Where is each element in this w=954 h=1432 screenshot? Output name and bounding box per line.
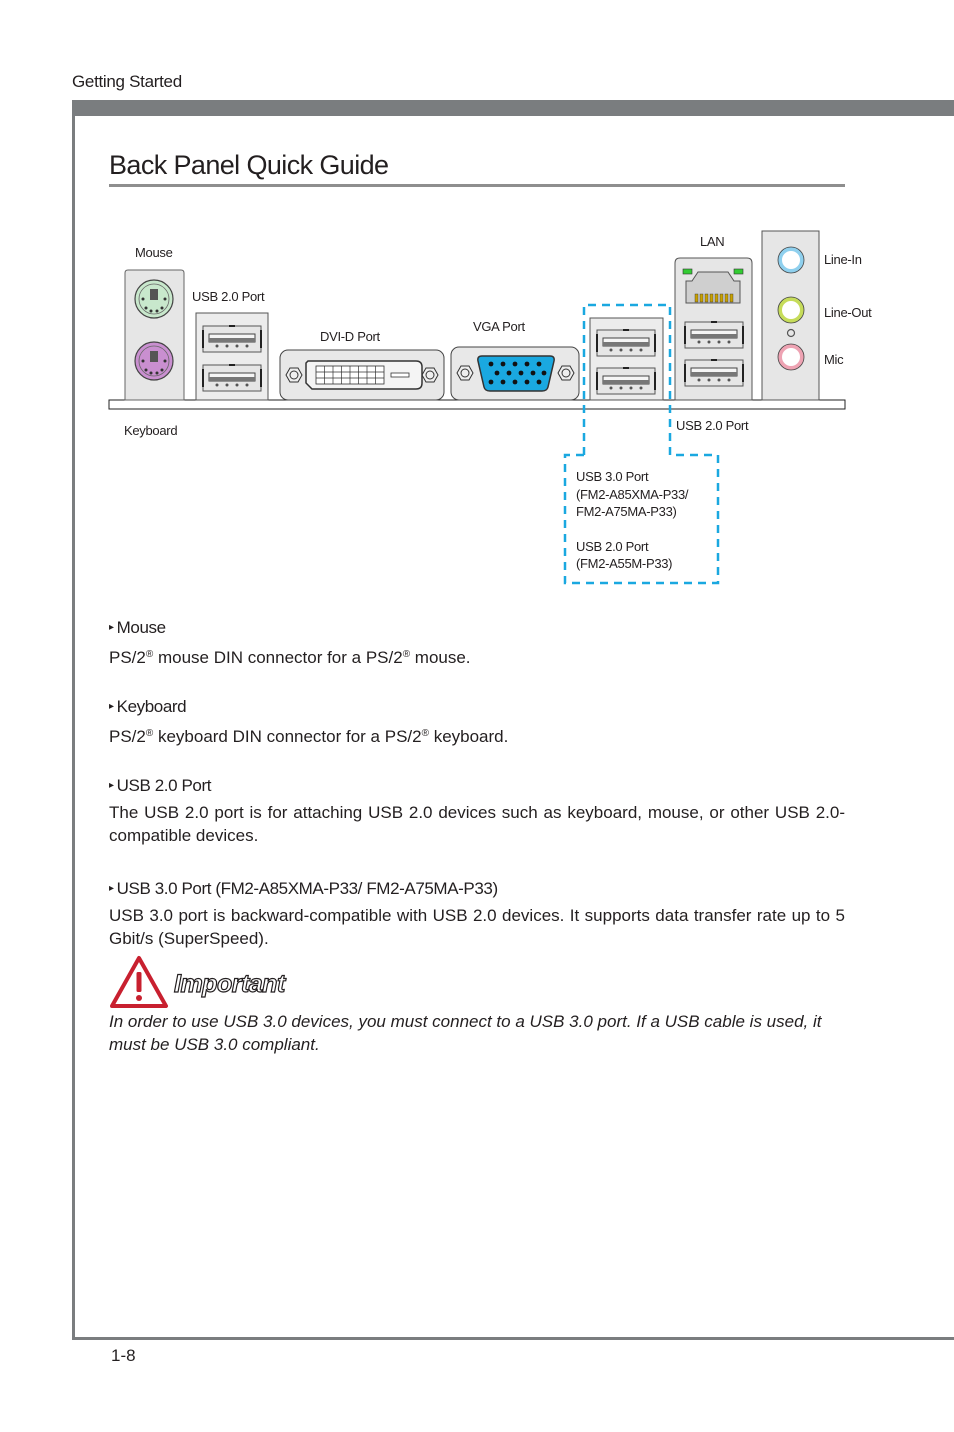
heading-text: Mouse [116,618,166,637]
label-mouse: Mouse [135,245,173,260]
callout-line-1: USB 3.0 Port [576,469,649,484]
line-in-jack [778,247,804,273]
callout-line-5: (FM2-A55M-P33) [576,556,673,571]
registered-mark: ® [421,728,429,739]
callout-line-3: FM2-A75MA-P33) [576,504,677,519]
audio-block [761,230,820,401]
section-header: Getting Started [72,72,182,91]
usb-port [684,359,744,387]
frame-left-rule [72,100,75,1340]
desc-body-mouse: PS/2® mouse DIN connector for a PS/2® mo… [109,643,845,669]
desc-body-usb3: USB 3.0 port is backward-compatible with… [109,906,845,948]
line-out-jack [778,297,804,323]
label-dvi: DVI-D Port [320,329,380,344]
back-panel-diagram: Mouse Keyboard USB 2.0 Port DVI-D Port V… [100,225,900,595]
heading-text: USB 3.0 Port (FM2-A85XMA-P33/ FM2-A75MA-… [116,879,498,898]
callout-line-2: (FM2-A85XMA-P33/ [576,487,689,502]
bullet-triangle-icon: ▸ [109,883,114,894]
desc-heading-keyboard: ▸ Keyboard [109,697,187,717]
heading-text: USB 2.0 Port [116,776,212,795]
label-vga: VGA Port [473,319,525,334]
desc-heading-mouse: ▸ Mouse [109,618,166,638]
body-text: keyboard DIN connector for a PS/2 [153,727,422,746]
body-text: PS/2 [109,648,146,667]
vga-port [450,346,580,401]
mouse-port [134,279,174,319]
usb-port [596,367,656,395]
body-text: mouse. [410,648,471,667]
label-lan: LAN [700,234,725,249]
desc-heading-usb2: ▸ USB 2.0 Port [109,776,211,796]
label-line-in: Line-In [824,252,862,267]
label-keyboard: Keyboard [124,423,178,438]
important-title: Important [173,969,285,998]
ps2-block [124,269,185,401]
registered-mark: ® [402,649,411,660]
lan-usb-block [674,257,753,401]
body-text: mouse DIN connector for a PS/2 [153,648,403,667]
usb-port [684,321,744,349]
callout-line-4: USB 2.0 Port [576,539,649,554]
lan-led-right [733,268,744,275]
desc-body-usb2: The USB 2.0 port is for attaching USB 2.… [109,803,845,845]
desc-body-keyboard: PS/2® keyboard DIN connector for a PS/2®… [109,722,845,748]
lan-led-left [682,268,693,275]
page-number: 1-8 [111,1346,136,1365]
usb-port [202,364,262,392]
usb3-block [589,317,664,401]
desc-heading-usb3: ▸ USB 3.0 Port (FM2-A85XMA-P33/ FM2-A75MA… [109,879,498,899]
bullet-triangle-icon: ▸ [109,780,114,791]
bullet-triangle-icon: ▸ [109,622,114,633]
heading-text: Keyboard [116,697,187,716]
usb-port [596,329,656,357]
frame-top-bar [72,100,954,116]
label-usb2-left: USB 2.0 Port [192,289,265,304]
keyboard-port [134,341,174,381]
title-underline [109,184,845,187]
warning-triangle-icon [110,956,168,1008]
bullet-triangle-icon: ▸ [109,701,114,712]
important-body: In order to use USB 3.0 devices, you mus… [109,1012,822,1054]
label-line-out: Line-Out [824,305,872,320]
page-title: Back Panel Quick Guide [109,150,389,180]
panel-baseline [108,399,846,410]
usb2-left-block [195,312,269,401]
frame-bottom-rule [72,1337,954,1340]
label-usb2-right: USB 2.0 Port [676,418,749,433]
mic-jack [778,344,804,370]
usb-port [202,325,262,353]
label-mic: Mic [824,352,844,367]
back-panel-illustration [108,230,846,585]
dvi-port [279,349,445,401]
body-text: keyboard. [428,727,509,746]
body-text: PS/2 [109,727,146,746]
